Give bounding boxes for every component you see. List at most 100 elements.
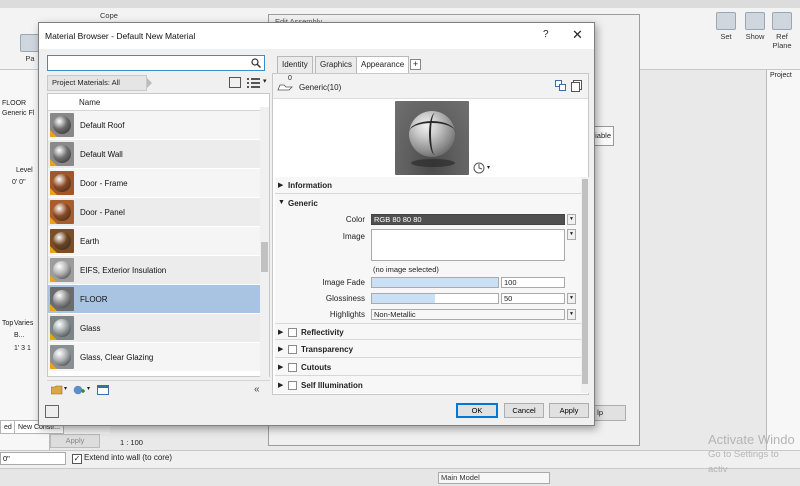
show-icon [745, 12, 765, 30]
color-dropdown-icon[interactable]: ▼ [567, 214, 576, 225]
material-thumbnail-icon [50, 142, 74, 166]
image-slot[interactable] [371, 229, 565, 261]
asset-browser-icon[interactable] [97, 385, 109, 395]
image-fade-value[interactable]: 100 [501, 277, 565, 288]
title-bar: Material Browser - Default New Material … [39, 23, 594, 49]
section-generic[interactable]: ▼ Generic [275, 195, 581, 212]
glossiness-dropdown-icon[interactable]: ▼ [567, 293, 576, 304]
highlights-dropdown-icon[interactable]: ▼ [567, 309, 576, 320]
image-fade-slider[interactable] [371, 277, 499, 288]
cope-button[interactable]: Cope [100, 11, 118, 20]
expand-arrow-icon: ▶ [278, 329, 284, 336]
material-browser-dialog: Material Browser - Default New Material … [38, 22, 595, 426]
list-scrollbar-thumb[interactable] [261, 242, 268, 272]
material-name: Door - Frame [80, 179, 128, 188]
offset-input[interactable] [0, 452, 66, 465]
section-cutouts[interactable]: ▶ Cutouts [275, 359, 581, 376]
expand-arrow-icon: ▶ [278, 382, 284, 389]
create-material-icon[interactable] [73, 385, 85, 395]
cutouts-checkbox[interactable] [288, 363, 297, 372]
material-name: Glass [80, 324, 101, 333]
set-button[interactable]: Set [714, 12, 738, 41]
asset-name: Generic(10) [299, 83, 342, 92]
tab-identity[interactable]: Identity [277, 56, 313, 73]
section-information[interactable]: ▶ Information [275, 177, 581, 194]
image-dropdown-icon[interactable]: ▼ [567, 229, 576, 240]
section-transparency[interactable]: ▶ Transparency [275, 341, 581, 358]
preview-shadow [411, 159, 455, 167]
list-scrollbar[interactable] [260, 107, 269, 377]
close-button[interactable]: ✕ [572, 27, 583, 43]
glossiness-fill [372, 294, 435, 303]
project-materials-filter[interactable]: Project Materials: All [47, 75, 152, 91]
list-view-icon[interactable] [247, 77, 261, 88]
model-select[interactable]: Main Model [438, 472, 550, 484]
material-name: Earth [80, 237, 100, 246]
replace-asset-icon[interactable] [555, 80, 566, 91]
expand-arrow-icon: ▶ [278, 346, 284, 353]
properties-scrollbar[interactable] [581, 177, 589, 393]
library-dropdown-icon[interactable]: ▾ [64, 385, 67, 392]
search-icon[interactable] [251, 58, 261, 68]
duplicate-asset-icon[interactable] [571, 80, 582, 92]
library-folder-icon[interactable] [51, 385, 63, 395]
highlights-select[interactable]: Non-Metallic [371, 309, 565, 320]
material-thumbnail-icon [50, 171, 74, 195]
in-use-flag-icon [50, 304, 57, 311]
material-row[interactable]: Door - Frame [48, 169, 269, 198]
material-row[interactable]: Default Wall [48, 140, 269, 169]
paste-icon [20, 34, 40, 52]
in-use-flag-icon [50, 159, 57, 166]
material-rows: Default Roof Default Wall Door - Frame Door… [48, 111, 269, 372]
render-dropdown-icon[interactable]: ▾ [487, 164, 490, 171]
glossiness-value[interactable]: 50 [501, 293, 565, 304]
self-illumination-checkbox[interactable] [288, 381, 297, 390]
material-name: Glass, Clear Glazing [80, 353, 154, 362]
tab-appearance[interactable]: Appearance [356, 56, 410, 74]
library-toolbar: ▾ ▾ « [47, 380, 270, 398]
properties-apply-button[interactable]: Apply [50, 434, 100, 448]
material-row[interactable]: EIFS, Exterior Insulation [48, 256, 269, 285]
section-self-illumination[interactable]: ▶ Self Illumination [275, 377, 581, 393]
material-row[interactable]: Default Roof [48, 111, 269, 140]
in-use-flag-icon [50, 130, 57, 137]
reflectivity-checkbox[interactable] [288, 328, 297, 337]
ref-plane-icon [772, 12, 792, 30]
color-field[interactable]: RGB 80 80 80 [371, 214, 565, 225]
cancel-button[interactable]: Cancel [504, 403, 544, 418]
ok-button[interactable]: OK [456, 403, 498, 418]
material-editor: 0 Generic(10) ▾ ▶ Information ▼ Generic Co… [272, 73, 589, 395]
material-row[interactable]: Glass [48, 314, 269, 343]
create-material-dropdown-icon[interactable]: ▾ [87, 385, 90, 392]
material-thumbnail-icon [50, 229, 74, 253]
material-thumbnail-icon [50, 316, 74, 340]
material-row[interactable]: FLOOR [48, 285, 269, 314]
ref-plane-button[interactable]: Ref Plane [770, 12, 794, 50]
search-input[interactable] [48, 56, 246, 69]
collapse-arrow-icon: ▼ [278, 199, 285, 206]
properties-scrollbar-thumb[interactable] [582, 179, 588, 384]
transparency-checkbox[interactable] [288, 345, 297, 354]
color-label: Color [345, 215, 365, 224]
material-row[interactable]: Earth [48, 227, 269, 256]
tab-graphics[interactable]: Graphics [315, 56, 358, 73]
paste-button[interactable]: Pa [20, 34, 40, 63]
help-button[interactable]: ? [543, 29, 549, 40]
section-reflectivity[interactable]: ▶ Reflectivity [275, 323, 581, 340]
glossiness-slider[interactable] [371, 293, 499, 304]
view-scale[interactable]: 1 : 100 [120, 438, 143, 447]
view-dropdown-icon[interactable]: ▾ [263, 77, 267, 85]
material-row[interactable]: Glass, Clear Glazing [48, 343, 269, 372]
in-use-flag-icon [50, 217, 57, 224]
grid-icon [716, 12, 736, 30]
show-button[interactable]: Show [742, 12, 768, 41]
add-asset-tab-button[interactable]: + [410, 59, 421, 70]
show-hide-library-icon[interactable] [229, 77, 241, 88]
apply-button[interactable]: Apply [549, 403, 589, 418]
material-thumbnail-icon [50, 345, 74, 369]
material-settings-icon[interactable] [45, 405, 59, 418]
collapse-library-button[interactable]: « [254, 384, 260, 395]
material-row[interactable]: Door - Panel [48, 198, 269, 227]
render-settings-icon[interactable] [473, 162, 485, 174]
extend-into-wall-checkbox[interactable]: ✓ [72, 454, 82, 464]
